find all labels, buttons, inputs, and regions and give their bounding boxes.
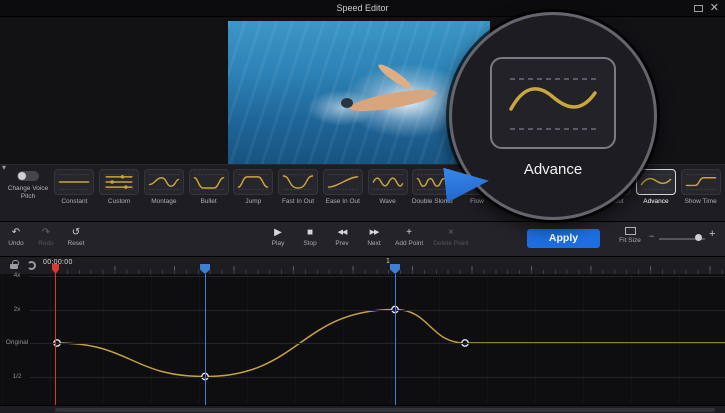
preset-curve-icon — [323, 169, 363, 195]
speed-scale-label: Original — [1, 339, 33, 346]
addpoint-button[interactable]: +Add Point — [395, 226, 423, 247]
speed-editor-window: Speed Editor ✕ ▾ Change Voice Pitch Cons… — [0, 0, 725, 413]
keyframe-marker-line — [395, 274, 396, 405]
preset-label: Custom — [108, 198, 130, 205]
apply-button[interactable]: Apply — [527, 229, 600, 248]
preset-label: Ease In Out — [326, 198, 360, 205]
preset-fastinout[interactable]: Fast In Out — [276, 169, 321, 219]
fit-size-label: Fit Size — [612, 237, 648, 244]
preset-curve-icon — [278, 169, 318, 195]
next-button[interactable]: ▶▶Next — [363, 226, 385, 247]
next-icon: ▶▶ — [370, 226, 379, 239]
magnet-icon[interactable] — [27, 261, 36, 270]
play-icon: ▶ — [274, 226, 282, 239]
close-button[interactable]: ✕ — [710, 1, 719, 16]
fit-size-button[interactable]: Fit Size — [612, 227, 648, 244]
addpoint-icon: + — [406, 226, 412, 239]
toolbar-transport-group: ▶Play ■Stop ◀◀Prev ▶▶Next +Add Point ×Delete … — [267, 226, 469, 247]
reset-button[interactable]: ↺Reset — [65, 226, 87, 247]
toggle-knob-icon — [18, 172, 26, 180]
magnifier-overlay: Advance — [449, 12, 657, 220]
prev-icon: ◀◀ — [338, 226, 347, 239]
timeline-header: 00:00:00 1 — [0, 256, 725, 274]
speed-curve-area: 4x 2x Original 1/2 — [0, 274, 725, 405]
gridline — [30, 377, 725, 378]
titlebar: Speed Editor ✕ — [0, 0, 725, 17]
prev-button[interactable]: ◀◀Prev — [331, 226, 353, 247]
preset-label: Advance — [643, 198, 668, 205]
gridline — [30, 343, 725, 344]
preset-label: Double Slomo — [412, 198, 453, 205]
magnified-advance-icon — [490, 57, 616, 149]
speed-scale-label: 1/2 — [1, 373, 33, 380]
preset-label: Wave — [379, 198, 395, 205]
preset-curve-icon — [233, 169, 273, 195]
zoom-slider-knob[interactable] — [695, 234, 702, 241]
stop-icon: ■ — [307, 226, 313, 239]
preset-showtime[interactable]: Show Time — [678, 169, 723, 219]
preset-curve-icon — [144, 169, 184, 195]
preset-curve-icon — [189, 169, 229, 195]
deletepoint-icon: × — [448, 226, 454, 239]
preset-label: Jump — [245, 198, 261, 205]
preset-montage[interactable]: Montage — [141, 169, 186, 219]
gridline — [30, 310, 725, 311]
preset-label: Flow — [470, 198, 484, 205]
preset-constant[interactable]: Constant — [52, 169, 97, 219]
redo-button[interactable]: ↷Redo — [35, 226, 57, 247]
preset-label: Show Time — [685, 198, 717, 205]
maximize-button[interactable] — [694, 5, 703, 12]
preset-label: Montage — [151, 198, 176, 205]
scrollbar-thumb[interactable] — [55, 408, 715, 412]
horizontal-scrollbar[interactable] — [0, 405, 725, 413]
preset-label: Bullet — [200, 198, 216, 205]
toolbar-left-group: ↶Undo ↷Redo ↺Reset — [5, 226, 87, 247]
window-title: Speed Editor — [0, 0, 725, 17]
preset-curve-icon — [368, 169, 408, 195]
preset-custom[interactable]: Custom — [97, 169, 142, 219]
preset-label: Constant — [61, 198, 87, 205]
magnified-preset-label: Advance — [452, 161, 654, 178]
voice-pitch-toggle[interactable] — [17, 171, 39, 181]
gridline — [30, 276, 725, 277]
zoom-in-button[interactable]: + — [709, 228, 715, 240]
voice-pitch-label: Change Voice Pitch — [5, 185, 51, 201]
ruler-second-label: 1 — [386, 258, 390, 265]
preset-jump[interactable]: Jump — [231, 169, 276, 219]
stop-button[interactable]: ■Stop — [299, 226, 321, 247]
preset-label: Fast In Out — [282, 198, 314, 205]
deletepoint-button[interactable]: ×Delete Point — [433, 226, 468, 247]
voice-pitch-control: Change Voice Pitch — [5, 171, 51, 201]
preset-wave[interactable]: Wave — [365, 169, 410, 219]
lock-icon[interactable] — [10, 264, 18, 269]
swimmer-head — [341, 98, 353, 108]
keyframe-marker-line — [205, 274, 206, 405]
redo-icon: ↷ — [42, 226, 50, 239]
preset-curve-icon — [54, 169, 94, 195]
playhead-line — [55, 274, 56, 405]
play-button[interactable]: ▶Play — [267, 226, 289, 247]
undo-icon: ↶ — [12, 226, 20, 239]
preset-curve-icon — [99, 169, 139, 195]
speed-scale-label: 4x — [1, 272, 33, 279]
reset-icon: ↺ — [72, 226, 80, 239]
speed-scale-label: 2x — [1, 306, 33, 313]
toolbar: ↶Undo ↷Redo ↺Reset ▶Play ■Stop ◀◀Prev ▶▶Next +… — [0, 221, 725, 256]
preset-bullet[interactable]: Bullet — [186, 169, 231, 219]
speed-curve-svg[interactable] — [0, 274, 725, 405]
preset-curve-icon — [681, 169, 721, 195]
preset-easeinout[interactable]: Ease In Out — [320, 169, 365, 219]
undo-button[interactable]: ↶Undo — [5, 226, 27, 247]
zoom-out-button[interactable]: − — [649, 231, 654, 241]
fit-size-icon — [625, 227, 636, 235]
